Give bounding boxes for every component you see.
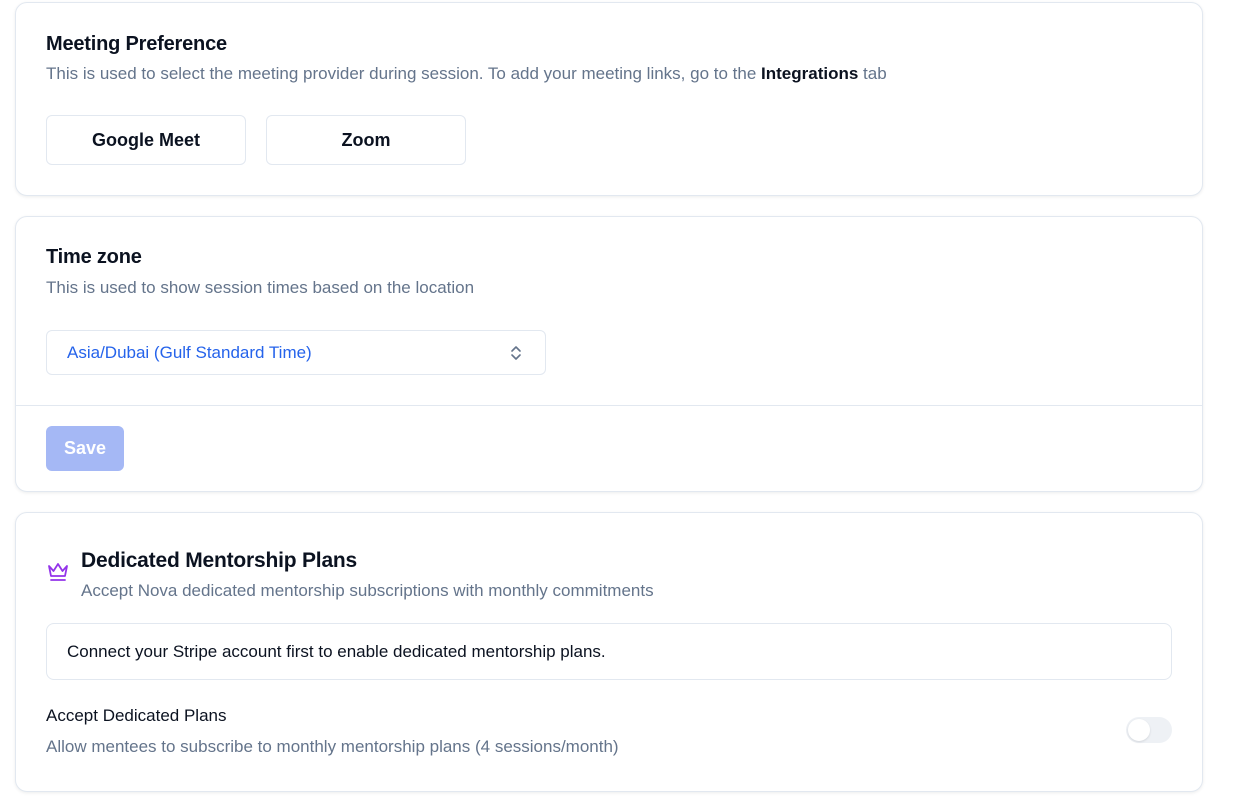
meeting-preference-description: This is used to select the meeting provi… [46, 64, 887, 84]
crown-icon [48, 563, 68, 581]
dedicated-plans-card: Dedicated Mentorship Plans Accept Nova d… [15, 512, 1203, 792]
chevron-up-down-icon [511, 346, 521, 360]
stripe-notice: Connect your Stripe account first to ena… [46, 623, 1172, 680]
meeting-description-prefix: This is used to select the meeting provi… [46, 64, 762, 83]
google-meet-button[interactable]: Google Meet [46, 115, 246, 165]
save-button[interactable]: Save [46, 426, 124, 471]
card-divider [16, 405, 1202, 406]
accept-dedicated-plans-label: Accept Dedicated Plans [46, 706, 227, 725]
zoom-button[interactable]: Zoom [266, 115, 466, 165]
time-zone-description: This is used to show session times based… [46, 278, 475, 297]
time-zone-card: Time zone This is used to show session t… [15, 216, 1203, 492]
time-zone-selected-value: Asia/Dubai (Gulf Standard Time) [67, 342, 312, 362]
dedicated-plans-description: Accept Nova dedicated mentorship subscri… [81, 581, 654, 600]
meeting-description-suffix: tab [858, 64, 887, 83]
accept-dedicated-plans-description: Allow mentees to subscribe to monthly me… [46, 737, 619, 756]
meeting-preference-card: Meeting Preference This is used to selec… [15, 2, 1203, 196]
meeting-preference-title: Meeting Preference [46, 33, 227, 55]
time-zone-title: Time zone [46, 246, 142, 268]
integrations-link[interactable]: Integrations [761, 64, 858, 83]
accept-dedicated-plans-toggle[interactable] [1126, 717, 1172, 743]
dedicated-plans-title: Dedicated Mentorship Plans [81, 549, 358, 572]
toggle-knob [1128, 719, 1150, 741]
time-zone-select[interactable]: Asia/Dubai (Gulf Standard Time) [46, 330, 546, 375]
